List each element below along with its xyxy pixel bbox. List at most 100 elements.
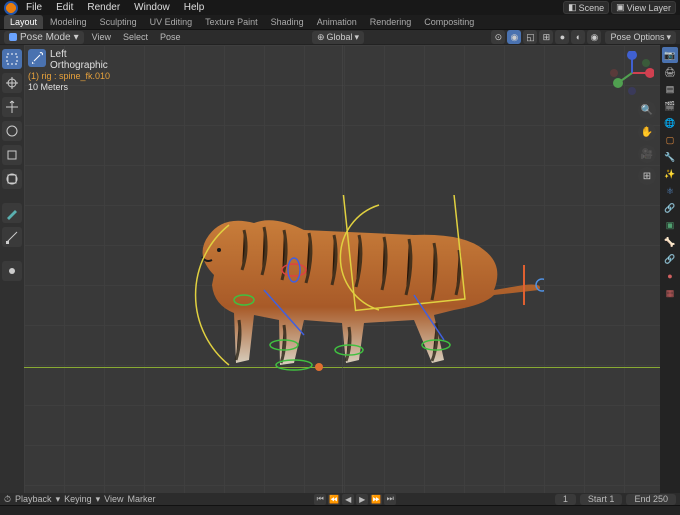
viewport-overlay-info: Left Orthographic (1) rig : spine_fk.010… — [28, 49, 110, 92]
viewport-3d[interactable]: Left Orthographic (1) rig : spine_fk.010… — [24, 45, 660, 493]
material-shading-icon[interactable]: ◐ — [571, 30, 585, 44]
camera-icon[interactable]: 🎥 — [638, 145, 656, 163]
blender-logo-icon — [4, 1, 18, 15]
view-layer-selector[interactable]: ▣ View Layer — [611, 1, 676, 14]
properties-tabs: 📷 🖨 ▤ 🎬 🌐 ▢ 🔧 ✨ ⚛ 🔗 ▣ 🦴 🔗 ● ▦ — [660, 45, 680, 493]
jump-start-icon[interactable]: ⏮ — [314, 494, 326, 505]
view-layer-name: View Layer — [627, 3, 671, 13]
zoom-icon[interactable]: 🔍 — [638, 101, 656, 119]
solid-shading-icon[interactable]: ● — [555, 30, 569, 44]
tool-select-box[interactable] — [2, 49, 22, 69]
timeline-header: ⏱ Playback ▾ Keying ▾ View Marker ⏮ ⏪ ◀ … — [0, 493, 680, 505]
xray-icon[interactable]: ◱ — [523, 30, 537, 44]
tab-sculpting[interactable]: Sculpting — [94, 15, 143, 29]
tool-rotate[interactable] — [2, 121, 22, 141]
perspective-icon[interactable]: ⊞ — [638, 167, 656, 185]
menu-marker[interactable]: Marker — [128, 494, 156, 504]
tab-layout[interactable]: Layout — [4, 15, 43, 29]
tab-shading[interactable]: Shading — [265, 15, 310, 29]
play-icon[interactable]: ▶ — [356, 494, 368, 505]
ptab-render[interactable]: 📷 — [662, 47, 678, 63]
tool-annotate[interactable] — [2, 203, 22, 223]
orientation-selector[interactable]: ⊕ Global ▾ — [312, 31, 364, 44]
tab-compositing[interactable]: Compositing — [418, 15, 480, 29]
tool-cursor[interactable] — [2, 73, 22, 93]
ptab-bone[interactable]: 🦴 — [662, 234, 678, 250]
armature-icon — [28, 49, 46, 67]
pan-icon[interactable]: ✋ — [638, 123, 656, 141]
prev-key-icon[interactable]: ⏪ — [328, 494, 340, 505]
menu-file[interactable]: File — [20, 0, 48, 15]
tool-breakdowner[interactable] — [2, 261, 22, 281]
ptab-object[interactable]: ▢ — [662, 132, 678, 148]
menu-render[interactable]: Render — [81, 0, 126, 15]
viewport-header: Pose Mode ▾ View Select Pose ⊕ Global ▾ … — [0, 30, 680, 45]
tool-move[interactable] — [2, 97, 22, 117]
next-key-icon[interactable]: ⏩ — [370, 494, 382, 505]
pose-mode-icon — [9, 33, 17, 41]
ptab-view-layer[interactable]: ▤ — [662, 81, 678, 97]
orientation-label: Global — [326, 32, 352, 42]
ptab-particles[interactable]: ✨ — [662, 166, 678, 182]
ptab-physics[interactable]: ⚛ — [662, 183, 678, 199]
tool-transform[interactable] — [2, 169, 22, 189]
current-frame[interactable]: 1 — [555, 494, 576, 505]
menu-timeline-view[interactable]: View — [104, 494, 123, 504]
ptab-material[interactable]: ● — [662, 268, 678, 284]
tab-rendering[interactable]: Rendering — [364, 15, 418, 29]
tiger-model — [184, 195, 544, 375]
snap-icon[interactable]: ⊙ — [491, 30, 505, 44]
wireframe-icon[interactable]: ⊞ — [539, 30, 553, 44]
menu-select[interactable]: Select — [119, 32, 152, 42]
ptab-modifiers[interactable]: 🔧 — [662, 149, 678, 165]
ptab-world[interactable]: 🌐 — [662, 115, 678, 131]
top-menubar: File Edit Render Window Help ◧ Scene ▣ V… — [0, 0, 680, 15]
timeline-track[interactable] — [0, 505, 680, 515]
mode-selector[interactable]: Pose Mode ▾ — [4, 31, 84, 44]
chevron-down-icon: ▾ — [56, 494, 61, 505]
overlays-icon[interactable]: ◉ — [507, 30, 521, 44]
menu-keying[interactable]: Keying — [64, 494, 92, 504]
menu-window[interactable]: Window — [128, 0, 176, 15]
distance-label: 10 Meters — [28, 82, 110, 92]
menu-edit[interactable]: Edit — [50, 0, 79, 15]
viewport-area: Left Orthographic (1) rig : spine_fk.010… — [0, 45, 680, 493]
tool-scale[interactable] — [2, 145, 22, 165]
menu-pose[interactable]: Pose — [156, 32, 185, 42]
scene-icon: ◧ — [568, 2, 577, 13]
chevron-down-icon: ▾ — [96, 494, 101, 505]
ptab-texture[interactable]: ▦ — [662, 285, 678, 301]
ptab-data[interactable]: ▣ — [662, 217, 678, 233]
workspace-tabs: Layout Modeling Sculpting UV Editing Tex… — [0, 15, 680, 30]
navigation-gizmo[interactable] — [610, 51, 654, 95]
menu-view[interactable]: View — [88, 32, 115, 42]
layer-icon: ▣ — [616, 2, 625, 13]
viewport-shading-group: ⊙ ◉ ◱ ⊞ ● ◐ ◉ — [491, 30, 601, 44]
ptab-constraints[interactable]: 🔗 — [662, 200, 678, 216]
end-frame[interactable]: End 250 — [626, 494, 676, 505]
tab-animation[interactable]: Animation — [311, 15, 363, 29]
play-reverse-icon[interactable]: ◀ — [342, 494, 354, 505]
tab-modeling[interactable]: Modeling — [44, 15, 93, 29]
menu-playback[interactable]: Playback — [15, 494, 52, 504]
chevron-down-icon: ▾ — [74, 32, 79, 43]
pose-options-label: Pose Options — [610, 32, 664, 42]
object-info-label: (1) rig : spine_fk.010 — [28, 71, 110, 81]
globe-icon: ⊕ — [317, 32, 325, 43]
tab-uv-editing[interactable]: UV Editing — [144, 15, 199, 29]
timeline-editor-icon[interactable]: ⏱ — [4, 494, 11, 505]
ptab-output[interactable]: 🖨 — [662, 64, 678, 80]
pose-options[interactable]: Pose Options ▾ — [605, 31, 676, 44]
tool-measure[interactable] — [2, 227, 22, 247]
start-frame[interactable]: Start 1 — [580, 494, 623, 505]
jump-end-icon[interactable]: ⏭ — [384, 494, 396, 505]
scene-selector[interactable]: ◧ Scene — [563, 1, 609, 14]
tab-texture-paint[interactable]: Texture Paint — [199, 15, 264, 29]
rendered-shading-icon[interactable]: ◉ — [587, 30, 601, 44]
chevron-down-icon: ▾ — [666, 32, 671, 43]
ptab-scene[interactable]: 🎬 — [662, 98, 678, 114]
scene-name: Scene — [579, 3, 605, 13]
ptab-bone-constraint[interactable]: 🔗 — [662, 251, 678, 267]
menu-help[interactable]: Help — [178, 0, 211, 15]
nav-icons: 🔍 ✋ 🎥 ⊞ — [638, 101, 656, 185]
